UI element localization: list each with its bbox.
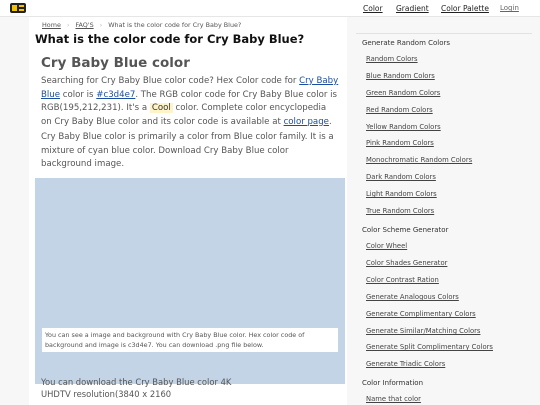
- breadcrumb-faqs-link[interactable]: FAQ'S: [75, 21, 93, 29]
- download-description: You can download the Cry Baby Blue color…: [41, 377, 232, 399]
- breadcrumb-separator-icon: ›: [99, 21, 103, 29]
- colorcode-logo-icon[interactable]: [10, 3, 26, 13]
- color-page-link[interactable]: color page: [284, 117, 329, 127]
- color-swatch-image: You can see a image and background with …: [35, 178, 345, 384]
- swatch-caption: You can see a image and background with …: [42, 328, 338, 352]
- nav-login-link[interactable]: Login: [500, 4, 519, 12]
- color-name-heading: Cry Baby Blue color: [41, 55, 190, 71]
- sidebar-link-pink-random[interactable]: Pink Random Colors: [366, 139, 434, 147]
- hex-code-link[interactable]: #c3d4e7: [96, 90, 135, 100]
- text-segment: .: [328, 116, 332, 127]
- sidebar-link-true-random[interactable]: True Random Colors: [366, 207, 434, 215]
- sidebar-heading-scheme-generator: Color Scheme Generator: [362, 226, 449, 234]
- sidebar-link-shades-generator[interactable]: Color Shades Generator: [366, 259, 447, 267]
- sidebar-link-green-random[interactable]: Green Random Colors: [366, 89, 440, 97]
- sidebar-link-light-random[interactable]: Light Random Colors: [366, 190, 437, 198]
- sidebar-link-monochromatic-random[interactable]: Monochromatic Random Colors: [366, 156, 472, 164]
- nav-gradient-link[interactable]: Gradient: [396, 4, 429, 13]
- sidebar-link-blue-random[interactable]: Blue Random Colors: [366, 72, 435, 80]
- sidebar-link-yellow-random[interactable]: Yellow Random Colors: [366, 123, 441, 131]
- cool-tone-badge: Cool: [149, 103, 173, 114]
- color-code-description: Searching for Cry Baby Blue color code? …: [41, 75, 339, 129]
- sidebar-link-name-that-color[interactable]: Name that color: [366, 395, 421, 403]
- sidebar-link-random-colors[interactable]: Random Colors: [366, 55, 418, 63]
- color-family-description: Cry Baby Blue color is primarily a color…: [41, 132, 334, 170]
- main-content: Home › FAQ'S › What is the color code for Cr…: [29, 17, 347, 405]
- sidebar-link-dark-random[interactable]: Dark Random Colors: [366, 173, 436, 181]
- sidebar-link-contrast-ratio[interactable]: Color Contrast Ration: [366, 276, 439, 284]
- sidebar-heading-color-information: Color Information: [362, 379, 424, 387]
- breadcrumb-home-link[interactable]: Home: [42, 21, 61, 29]
- nav-color-palette-link[interactable]: Color Palette: [441, 4, 489, 13]
- page-title: What is the color code for Cry Baby Blue…: [35, 32, 305, 46]
- sidebar-link-red-random[interactable]: Red Random Colors: [366, 106, 433, 114]
- top-navbar: Color Gradient Color Palette Login: [0, 0, 540, 17]
- sidebar-divider: [356, 33, 532, 34]
- sidebar-link-similar-matching[interactable]: Generate Similar/Matching Colors: [366, 327, 480, 335]
- breadcrumb-separator-icon: ›: [66, 21, 70, 29]
- sidebar-link-analogous[interactable]: Generate Analogous Colors: [366, 293, 459, 301]
- nav-color-link[interactable]: Color: [363, 4, 383, 13]
- breadcrumb: Home › FAQ'S › What is the color code for Cr…: [42, 21, 241, 29]
- sidebar-link-color-wheel[interactable]: Color Wheel: [366, 242, 407, 250]
- text-segment: color is: [60, 89, 97, 100]
- breadcrumb-current: What is the color code for Cry Baby Blue…: [108, 21, 242, 29]
- sidebar-link-complimentary[interactable]: Generate Complimentary Colors: [366, 310, 476, 318]
- sidebar-link-triadic[interactable]: Generate Triadic Colors: [366, 360, 445, 368]
- sidebar-link-split-complimentary[interactable]: Generate Split Complimentary Colors: [366, 343, 493, 351]
- text-segment: Searching for Cry Baby Blue color code? …: [41, 76, 300, 86]
- sidebar-heading-random-colors: Generate Random Colors: [362, 39, 451, 47]
